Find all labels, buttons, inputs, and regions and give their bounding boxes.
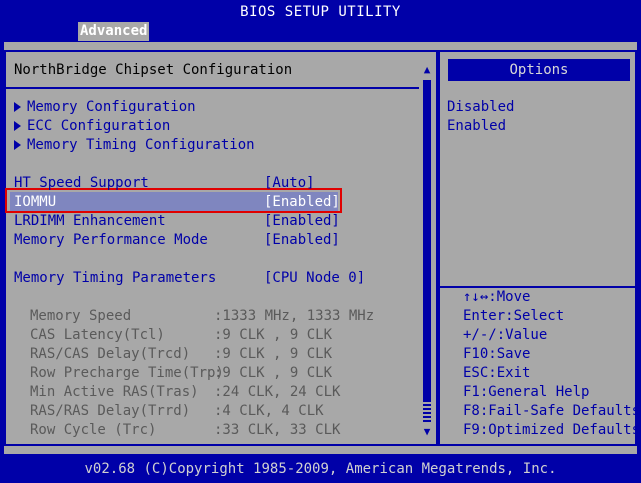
submenu-arrow-icon	[14, 102, 21, 112]
info-ras-cas-delay-label: RAS/CAS Delay(Trcd)	[30, 346, 191, 362]
info-row-cycle-value: :33 CLK, 33 CLK	[214, 422, 341, 438]
copyright-footer: v02.68 (C)Copyright 1985-2009, American …	[84, 461, 557, 477]
submenu-ecc-configuration[interactable]: ECC Configuration	[14, 117, 170, 136]
info-memory-speed-value: :1333 MHz, 1333 MHz	[214, 308, 375, 324]
scrollbar-track[interactable]	[423, 400, 431, 422]
key-help-optimized-defaults: F9:Optimized Defaults	[463, 422, 641, 438]
setting-memory-timing-parameters-label[interactable]: Memory Timing Parameters	[14, 269, 216, 288]
key-help-move: ↑↓↔:Move	[463, 289, 531, 305]
frame-right	[637, 42, 641, 454]
info-min-active-ras-label: Min Active RAS(Tras)	[30, 384, 199, 400]
submenu-arrow-icon	[14, 140, 21, 150]
scrollbar-thumb[interactable]	[423, 80, 431, 400]
submenu-memory-configuration[interactable]: Memory Configuration	[14, 98, 196, 117]
info-cas-latency-label: CAS Latency(Tcl)	[30, 327, 165, 343]
key-help-fail-safe-defaults: F8:Fail-Safe Defaults	[463, 403, 641, 419]
info-row-cycle-label: Row Cycle (Trc)	[30, 422, 157, 438]
setting-ht-speed-support-value[interactable]: [Auto]	[264, 174, 315, 193]
bios-title: BIOS SETUP UTILITY	[240, 4, 401, 20]
scroll-up-arrow-icon[interactable]: ▲	[421, 60, 433, 78]
setting-ht-speed-support-label[interactable]: HT Speed Support	[14, 174, 149, 193]
info-row-precharge-value: :9 CLK , 9 CLK	[214, 365, 333, 381]
option-enabled[interactable]: Enabled	[447, 117, 506, 136]
tab-advanced[interactable]: Advanced	[78, 22, 150, 41]
setting-iommu-value[interactable]: [Enabled]	[264, 193, 340, 212]
key-help-exit: ESC:Exit	[463, 365, 531, 381]
options-header: Options	[448, 59, 630, 81]
submenu-memory-timing-configuration[interactable]: Memory Timing Configuration	[14, 136, 255, 155]
info-ras-ras-delay-value: :4 CLK, 4 CLK	[214, 403, 324, 419]
info-min-active-ras-value: :24 CLK, 24 CLK	[214, 384, 341, 400]
setting-lrdimm-enhancement-label[interactable]: LRDIMM Enhancement	[14, 212, 166, 231]
info-ras-ras-delay-label: RAS/RAS Delay(Trrd)	[30, 403, 191, 419]
key-help-save: F10:Save	[463, 346, 531, 362]
info-row-precharge-label: Row Precharge Time(Trp)	[30, 365, 224, 381]
info-cas-latency-value: :9 CLK , 9 CLK	[214, 327, 333, 343]
section-title: NorthBridge Chipset Configuration	[14, 62, 293, 78]
scroll-down-arrow-icon[interactable]: ▼	[421, 422, 433, 438]
key-help-general-help: F1:General Help	[463, 384, 590, 400]
info-memory-speed-label: Memory Speed	[30, 308, 132, 324]
option-disabled[interactable]: Disabled	[447, 98, 514, 117]
key-help-value: +/-/:Value	[463, 327, 548, 343]
key-help-select: Enter:Select	[463, 308, 565, 324]
setting-memory-performance-mode-label[interactable]: Memory Performance Mode	[14, 231, 208, 250]
setting-lrdimm-enhancement-value[interactable]: [Enabled]	[264, 212, 340, 231]
section-divider	[6, 87, 419, 89]
setting-memory-performance-mode-value[interactable]: [Enabled]	[264, 231, 340, 250]
submenu-arrow-icon	[14, 121, 21, 131]
setting-memory-timing-parameters-value[interactable]: [CPU Node 0]	[264, 269, 365, 288]
info-ras-cas-delay-value: :9 CLK , 9 CLK	[214, 346, 333, 362]
setting-iommu-label[interactable]: IOMMU	[14, 193, 56, 212]
